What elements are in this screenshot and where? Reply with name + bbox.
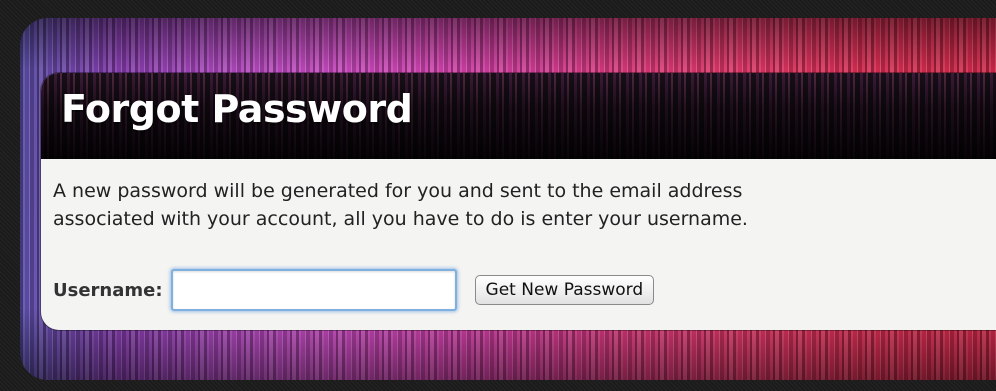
page-title: Forgot Password xyxy=(61,87,413,131)
instructions-line-1: A new password will be generated for you… xyxy=(53,180,743,202)
panel-header: Forgot Password xyxy=(41,73,996,159)
panel-body: A new password will be generated for you… xyxy=(41,159,996,233)
get-new-password-button[interactable]: Get New Password xyxy=(474,275,655,305)
username-label: Username: xyxy=(53,279,163,301)
instructions-line-2: associated with your account, all you ha… xyxy=(53,208,748,230)
forgot-password-panel: Forgot Password A new password will be g… xyxy=(41,73,996,330)
page-background: Forgot Password A new password will be g… xyxy=(0,0,996,391)
instructions-text: A new password will be generated for you… xyxy=(53,177,996,233)
forgot-password-form: Username: Get New Password xyxy=(53,269,655,311)
username-input[interactable] xyxy=(170,269,457,311)
